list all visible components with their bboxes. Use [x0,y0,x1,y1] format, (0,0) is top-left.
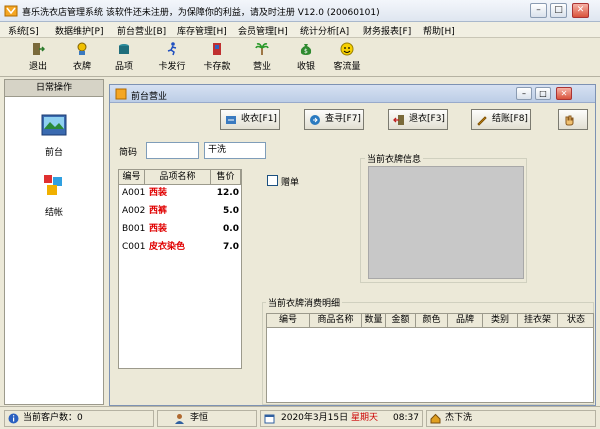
customer-count: 当前客户数：0 [23,413,83,423]
toolbar: 退出 衣牌 品项 卡发行 卡存款 营业 $ 收银 客流量 [0,38,600,77]
checkout-icon [44,175,62,195]
minimize-button[interactable]: – [530,3,547,18]
pencil-icon [477,116,487,126]
detail-header-qty[interactable]: 数量 [362,314,386,328]
code-label: 简码 [119,148,138,158]
svg-text:$: $ [304,48,308,55]
detail-header-brand[interactable]: 品牌 [448,314,483,328]
menu-help[interactable]: 帮助[H] [423,24,455,37]
toolbar-card-issue-button[interactable]: 卡发行 [152,40,192,75]
deposit-icon [213,43,221,55]
toolbar-item-button[interactable]: 品项 [104,40,144,75]
partial-button[interactable] [558,109,588,130]
table-row[interactable]: B001 西装 0.0 [119,222,241,237]
menu-front-desk[interactable]: 前台营业[B] [117,24,166,37]
toolbar-cashier-button[interactable]: $ 收银 [286,40,326,75]
tag-info-label: 当前衣牌信息 [365,152,424,165]
exit-icon [33,43,45,55]
search-icon [310,115,320,125]
customer-count-segment: 当前客户数：0 [4,410,154,427]
consumption-detail-table: 编号 商品名称 数量 金额 颜色 品牌 类别 挂衣架 状态 [266,313,594,403]
current-weekday: 星期天 [351,413,379,423]
panel-title: 日常操作 [5,80,103,97]
item-table: 编号 品项名称 售价 A001 西装 12.0 A002 西裤 5.0 B001… [118,169,242,369]
home-icon [430,413,441,424]
title-bar: 喜乐洗衣店管理系统 该软件还未注册，为保障你的利益，请及时注册 V12.0 (2… [0,0,600,22]
status-bar: 当前客户数：0 李恒 2020年3月15日 星期天 08:37 杰下洗 [0,406,600,429]
menu-inventory[interactable]: 库存管理[H] [177,24,227,37]
menu-bar: 系统[S] 数据维护[P] 前台营业[B] 库存管理[H] 会员管理[H] 统计… [0,22,600,38]
user-segment: 李恒 [157,410,257,427]
menu-statistics[interactable]: 统计分析[A] [300,24,349,37]
frontdesk-icon [41,114,67,136]
palm-icon [255,43,269,55]
store-segment: 杰下洗 [426,410,596,427]
toolbar-exit-button[interactable]: 退出 [18,40,58,75]
detail-header-category[interactable]: 类别 [483,314,518,328]
child-close-button[interactable]: ✕ [556,87,572,100]
table-row[interactable]: C001 皮衣染色 7.0 [119,240,241,255]
receive-clothes-button[interactable]: 收衣[F1] [220,109,280,130]
app-logo-icon [4,5,18,17]
current-user: 李恒 [190,413,209,423]
toolbar-traffic-button[interactable]: 客流量 [327,40,367,75]
column-header-price[interactable]: 售价 [211,170,241,185]
return-clothes-button[interactable]: 退衣[F3] [388,109,448,130]
menu-finance[interactable]: 财务报表[F] [363,24,411,37]
child-minimize-button[interactable]: – [516,87,532,100]
detail-header-status[interactable]: 状态 [558,314,593,328]
table-row[interactable]: A002 西裤 5.0 [119,204,241,219]
code-input[interactable] [146,142,199,159]
detail-header-rack[interactable]: 挂衣架 [518,314,558,328]
info-icon [8,413,19,424]
detail-header-code[interactable]: 编号 [267,314,310,328]
child-maximize-button[interactable]: □ [535,87,551,100]
receive-icon [226,116,236,124]
toolbar-business-button[interactable]: 营业 [242,40,282,75]
hand-icon [565,115,574,126]
calendar-icon [264,414,275,424]
datetime-segment: 2020年3月15日 星期天 08:37 [260,410,423,427]
child-title-bar: 前台营业 – □ ✕ [110,85,595,103]
window-icon [115,88,127,100]
column-header-code[interactable]: 编号 [119,170,145,185]
consumption-detail-label: 当前衣牌消费明细 [266,296,343,309]
moneybag-icon: $ [300,44,312,55]
close-button[interactable]: ✕ [572,3,589,18]
menu-members[interactable]: 会员管理[H] [238,24,288,37]
item-name-input[interactable]: 干洗 [204,142,266,159]
tag-image-area [368,166,524,279]
table-row[interactable]: A001 西装 12.0 [119,186,241,201]
toolbar-tag-button[interactable]: 衣牌 [62,40,102,75]
detail-header-amount[interactable]: 金额 [386,314,416,328]
current-date: 2020年3月15日 [281,413,349,423]
daily-operations-panel: 日常操作 前台 结帐 [4,79,104,405]
detail-header-name[interactable]: 商品名称 [310,314,362,328]
toolbar-card-deposit-button[interactable]: 卡存款 [197,40,237,75]
checkout-shortcut[interactable]: 结帐 [5,173,103,218]
menu-data-maintenance[interactable]: 数据维护[P] [55,24,103,37]
user-icon [175,414,184,424]
gift-checkbox[interactable] [267,175,278,186]
menu-system[interactable]: 系统[S] [8,24,39,37]
checkout-button[interactable]: 结账[F8] [471,109,531,130]
child-window-title: 前台营业 [131,92,168,102]
column-header-name[interactable]: 品项名称 [145,170,211,185]
front-desk-window: 前台营业 – □ ✕ 收衣[F1] 查寻[F7] 退衣[F3] 结账[F8] 简… [109,84,596,406]
pot-icon [119,44,129,54]
store-name: 杰下洗 [445,413,473,423]
runner-icon [167,42,177,56]
search-button[interactable]: 查寻[F7] [304,109,364,130]
front-desk-shortcut[interactable]: 前台 [5,113,103,158]
maximize-button[interactable]: □ [550,3,567,18]
window-title: 喜乐洗衣店管理系统 该软件还未注册，为保障你的利益，请及时注册 V12.0 (2… [22,8,380,18]
gift-checkbox-label: 赠单 [281,178,300,188]
hanger-icon [77,42,87,55]
smiley-icon [340,42,354,56]
current-time: 08:37 [393,413,419,423]
detail-header-color[interactable]: 颜色 [416,314,448,328]
return-icon [393,115,404,125]
